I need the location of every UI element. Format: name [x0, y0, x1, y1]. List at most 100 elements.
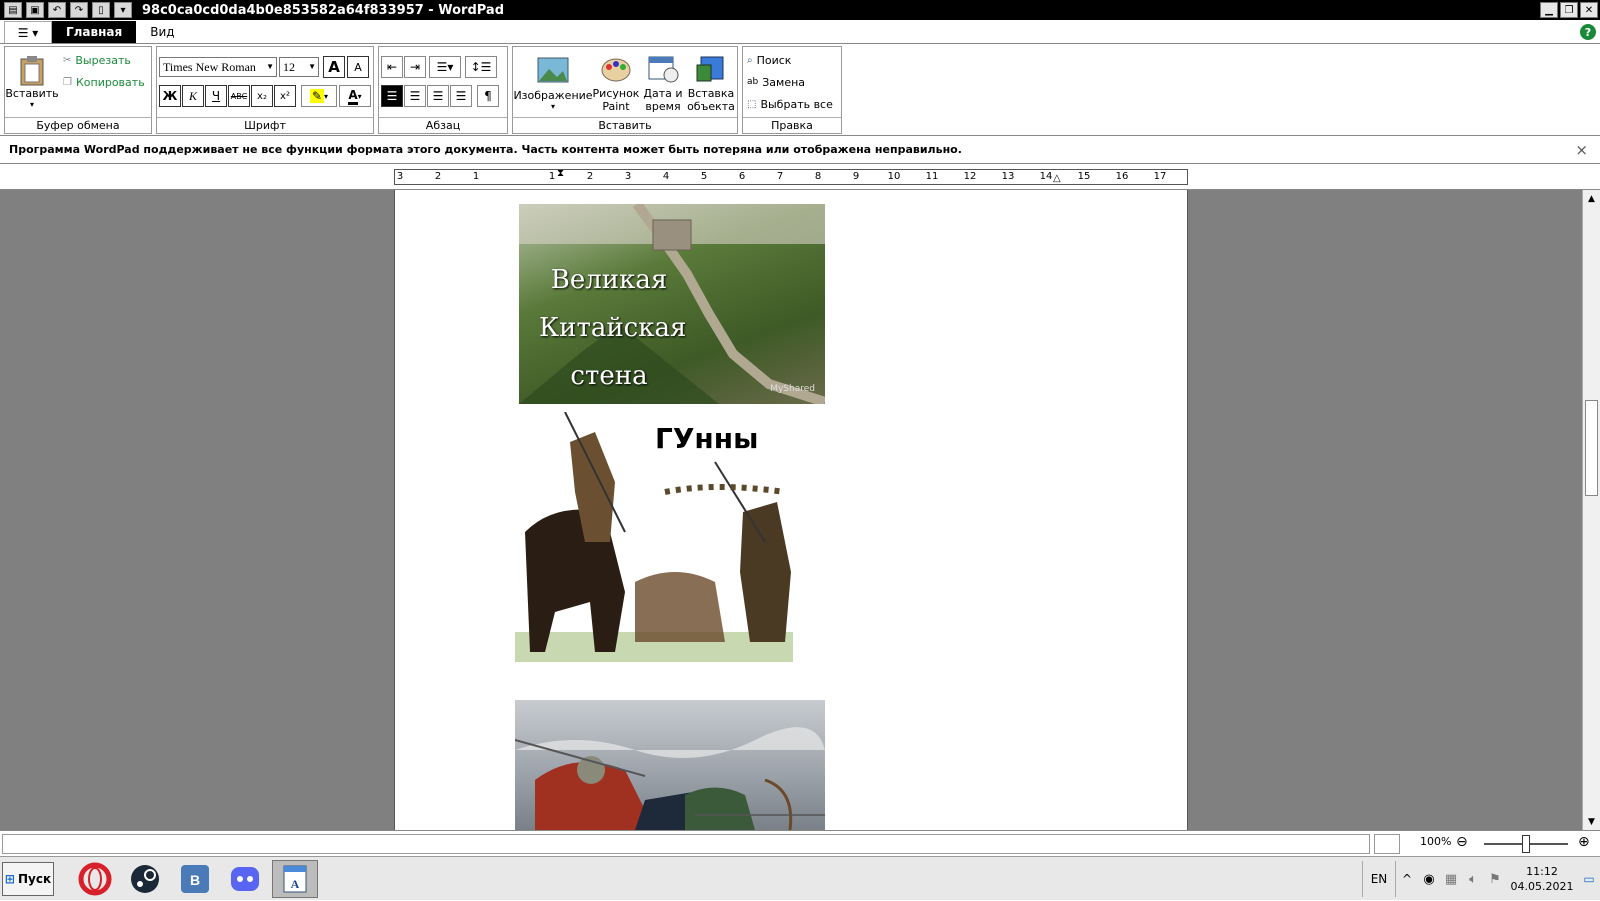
ruler-mark: 1 [548, 171, 556, 182]
right-indent-marker-icon[interactable]: △ [1053, 173, 1061, 184]
copy-label: Копировать [75, 75, 145, 89]
svg-text:A: A [291, 877, 300, 891]
tray-expand-icon[interactable]: ^ [1396, 872, 1418, 886]
paint-drawing-button[interactable]: Рисунок Paint [593, 51, 639, 117]
restore-button[interactable]: ❐ [1560, 2, 1578, 18]
ruler-mark: 16 [1115, 171, 1129, 182]
font-family-select[interactable]: Times New Roman ▼ [159, 57, 277, 77]
insert-image-button[interactable]: Изображение ▾ [513, 51, 593, 117]
minimize-button[interactable]: ▁ [1540, 2, 1558, 18]
vk-taskbar-icon[interactable]: В [172, 860, 218, 898]
insert-object-label-2: объекта [687, 100, 735, 113]
help-icon[interactable]: ? [1580, 24, 1596, 40]
tab-home[interactable]: Главная [52, 21, 137, 43]
object-icon [696, 56, 724, 82]
select-all-button[interactable]: ⬚ Выбрать все [747, 95, 833, 113]
align-left-icon[interactable]: ☰ [381, 85, 403, 107]
replace-button[interactable]: ab Замена [747, 73, 805, 91]
ruler-mark: 9 [852, 171, 860, 182]
ruler-mark: 7 [776, 171, 784, 182]
font-color-button[interactable]: A ▾ [339, 85, 371, 107]
highlight-color-button[interactable]: ✎ ▾ [301, 85, 337, 107]
status-segment [1374, 834, 1400, 854]
align-right-icon[interactable]: ☰ [427, 85, 449, 107]
ruler-mark: 11 [925, 171, 939, 182]
italic-button[interactable]: К [182, 85, 204, 107]
cut-button[interactable]: ✂ Вырезать [63, 51, 131, 69]
bullets-list-icon[interactable]: ☰▾ [429, 56, 461, 78]
steam-tray-icon[interactable]: ◉ [1418, 872, 1440, 887]
document-page[interactable]: Великая Китайская стена MyShared ГУнны [394, 190, 1188, 830]
ruler[interactable]: 3 2 1 1 2 3 4 5 6 7 8 9 10 11 12 13 14 1… [394, 168, 1188, 185]
caption-line: стена [570, 361, 648, 391]
indent-marker-icon[interactable]: ⧗ [557, 168, 564, 179]
highlight-dropdown-icon: ▾ [324, 91, 329, 101]
new-document-icon[interactable]: ▯ [92, 2, 110, 18]
infobar-close-icon[interactable]: × [1575, 136, 1588, 164]
insert-object-button[interactable]: Вставка объекта [687, 51, 735, 117]
show-desktop-icon[interactable]: ▭ [1578, 872, 1600, 886]
find-button[interactable]: ⌕ Поиск [747, 51, 791, 69]
subscript-button[interactable]: x₂ [251, 85, 273, 107]
start-button[interactable]: ⊞ Пуск [2, 862, 54, 896]
undo-icon[interactable]: ↶ [48, 2, 66, 18]
ruler-mark: 10 [887, 171, 901, 182]
opera-taskbar-icon[interactable] [72, 860, 118, 898]
font-group-label: Шрифт [157, 117, 373, 133]
select-all-label: Выбрать все [760, 97, 833, 111]
vertical-scrollbar[interactable]: ▲ ▼ [1582, 190, 1600, 830]
close-button[interactable]: ✕ [1580, 2, 1598, 18]
great-wall-image[interactable]: Великая Китайская стена MyShared [519, 204, 825, 404]
increase-indent-icon[interactable]: ⇥ [404, 56, 426, 78]
customize-qat-icon[interactable]: ▾ [114, 2, 132, 18]
datetime-button[interactable]: Дата и время [641, 51, 685, 117]
scroll-down-icon[interactable]: ▼ [1583, 813, 1600, 830]
network-tray-icon[interactable]: ▦ [1440, 872, 1462, 887]
status-bar: 100% ⊖ ⊕ [0, 830, 1600, 856]
align-center-icon[interactable]: ☰ [404, 85, 426, 107]
app-menu-icon[interactable]: ▤ [4, 2, 22, 18]
scrollbar-thumb[interactable] [1585, 400, 1598, 496]
decrease-indent-icon[interactable]: ⇤ [381, 56, 403, 78]
zoom-out-icon[interactable]: ⊖ [1456, 834, 1468, 850]
caption-line: Китайская [539, 313, 687, 343]
steam-taskbar-icon[interactable] [122, 860, 168, 898]
calendar-clock-icon [648, 56, 679, 83]
justify-icon[interactable]: ☰ [450, 85, 472, 107]
ribbon-tabs: ☰ ▾ Главная Вид ? [0, 20, 1600, 44]
paste-button[interactable]: Вставить ▾ [5, 49, 59, 115]
paragraph-settings-icon[interactable]: ¶ [477, 85, 499, 107]
volume-tray-icon[interactable]: 🔈︎ [1462, 872, 1484, 887]
discord-taskbar-icon[interactable] [222, 860, 268, 898]
scroll-up-icon[interactable]: ▲ [1583, 190, 1600, 207]
window-title: 98c0ca0cd0da4b0e853582a64f833957 - WordP… [142, 2, 505, 18]
svg-text:В: В [190, 872, 200, 888]
save-icon[interactable]: ▣ [26, 2, 44, 18]
underline-button[interactable]: Ч [205, 85, 227, 107]
zoom-slider-thumb[interactable] [1522, 835, 1530, 853]
action-center-flag-icon[interactable]: ⚑ [1484, 872, 1506, 887]
redo-icon[interactable]: ↷ [70, 2, 88, 18]
copy-button[interactable]: ❐ Копировать [63, 73, 145, 91]
status-segment [2, 834, 1370, 854]
zoom-in-icon[interactable]: ⊕ [1578, 834, 1590, 850]
ruler-mark: 6 [738, 171, 746, 182]
superscript-button[interactable]: x² [274, 85, 296, 107]
strikethrough-button[interactable]: ABC [228, 85, 250, 107]
grow-font-button[interactable]: A [323, 56, 345, 78]
huns-image[interactable]: ГУнны [515, 412, 793, 662]
bold-button[interactable]: Ж [159, 85, 181, 107]
cut-label: Вырезать [75, 53, 131, 67]
insert-group: Изображение ▾ Рисунок Paint Дата и время… [512, 46, 738, 134]
wordpad-taskbar-icon[interactable]: A [272, 860, 318, 898]
archers-image[interactable] [515, 700, 825, 830]
archers-drawing [515, 727, 825, 830]
editing-group: ⌕ Поиск ab Замена ⬚ Выбрать все Правка [742, 46, 842, 134]
shrink-font-button[interactable]: A [347, 56, 369, 78]
line-spacing-icon[interactable]: ↕☰ [465, 56, 497, 78]
clock[interactable]: 11:12 04.05.2021 [1506, 864, 1578, 894]
tab-view[interactable]: Вид [136, 21, 188, 43]
language-indicator[interactable]: EN [1362, 861, 1396, 897]
font-size-select[interactable]: 12 ▼ [279, 57, 319, 77]
file-menu-button[interactable]: ☰ ▾ [4, 21, 52, 43]
